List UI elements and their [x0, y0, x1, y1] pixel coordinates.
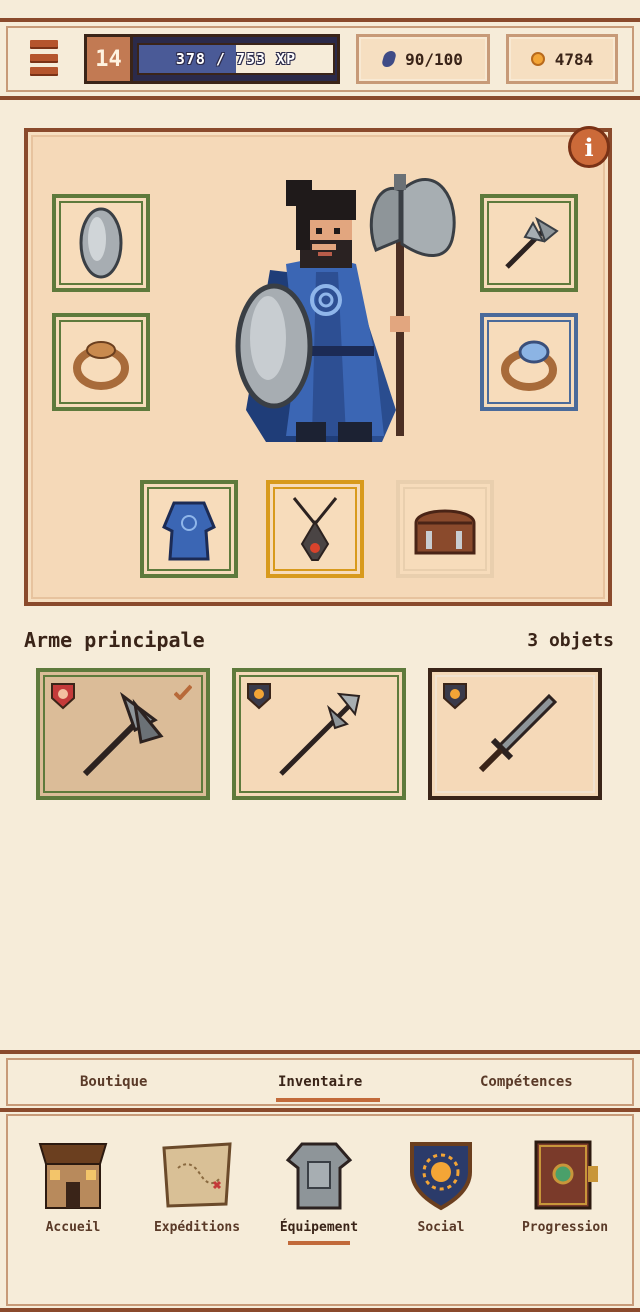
- slot-amulet[interactable]: [266, 480, 364, 578]
- armor-icon: [285, 1142, 353, 1210]
- slot-ring[interactable]: [52, 313, 150, 411]
- double-axe-icon: [82, 691, 164, 777]
- nav-label: Équipement: [279, 1220, 359, 1235]
- weapon-card-sword[interactable]: [428, 668, 602, 800]
- red-badge-icon: [51, 683, 75, 710]
- gold-counter[interactable]: 4784: [506, 34, 618, 84]
- nav-social[interactable]: Social: [386, 1138, 496, 1235]
- backpack-icon: [414, 509, 476, 555]
- tab-bar: Boutique Inventaire Compétences: [6, 1058, 634, 1106]
- nav-label: Progression: [521, 1220, 609, 1235]
- level-badge: 14: [87, 37, 133, 81]
- weapon-card-double-axe[interactable]: [36, 668, 210, 800]
- nav-accueil[interactable]: Accueil: [18, 1138, 128, 1235]
- character-figure: [235, 174, 456, 442]
- active-nav-indicator: [288, 1241, 350, 1245]
- info-icon[interactable]: i: [568, 126, 610, 168]
- slot-ring-2[interactable]: [480, 313, 578, 411]
- nav-progression[interactable]: Progression: [510, 1138, 620, 1235]
- slot-weapon[interactable]: [480, 194, 578, 292]
- gold-value: 4784: [554, 49, 594, 69]
- tab-competences[interactable]: Compétences: [480, 1074, 573, 1090]
- energy-value: 90/100: [405, 49, 463, 69]
- sun-shield-icon: [410, 1142, 472, 1211]
- check-icon: [174, 684, 192, 700]
- shield-icon: [79, 207, 123, 279]
- energy-gem-icon: [380, 51, 398, 67]
- energy-counter[interactable]: 90/100: [356, 34, 490, 84]
- nav-equipement[interactable]: Équipement: [264, 1138, 374, 1245]
- menu-icon[interactable]: [30, 40, 58, 74]
- xp-bar: 378 / 753 XP: [137, 43, 335, 75]
- axe-icon: [505, 216, 559, 269]
- nav-divider: [0, 1108, 640, 1112]
- tab-boutique[interactable]: Boutique: [80, 1074, 147, 1090]
- nav-label: Expéditions: [153, 1220, 241, 1235]
- book-icon: [534, 1140, 598, 1210]
- item-count: 3 objets: [527, 630, 614, 651]
- tab-inventaire[interactable]: Inventaire: [278, 1074, 362, 1090]
- map-icon: [162, 1142, 232, 1208]
- slot-shield[interactable]: [52, 194, 150, 292]
- gold-coin-icon: [530, 52, 545, 66]
- halberd-icon: [279, 692, 361, 776]
- weapon-card-halberd[interactable]: [232, 668, 406, 800]
- bottom-border: [0, 1308, 640, 1312]
- house-icon: [38, 1143, 108, 1209]
- robe-icon: [162, 501, 216, 561]
- nav-label: Social: [417, 1220, 465, 1235]
- active-tab-indicator: [276, 1098, 380, 1102]
- sword-icon: [478, 693, 558, 773]
- section-title: Arme principale: [24, 628, 205, 652]
- amulet-icon: [292, 497, 338, 561]
- sapphire-ring-icon: [501, 340, 557, 391]
- slot-bag[interactable]: [396, 480, 494, 578]
- dark-badge-icon: [443, 683, 467, 710]
- gold-ring-icon: [73, 341, 129, 390]
- nav-label: Accueil: [45, 1220, 101, 1235]
- xp-text: 378 / 753 XP: [175, 50, 297, 68]
- nav-expeditions[interactable]: Expéditions: [142, 1138, 252, 1235]
- dark-badge-icon: [247, 683, 271, 710]
- slot-armor[interactable]: [140, 480, 238, 578]
- level-xp-box: 14 378 / 753 XP: [84, 34, 340, 84]
